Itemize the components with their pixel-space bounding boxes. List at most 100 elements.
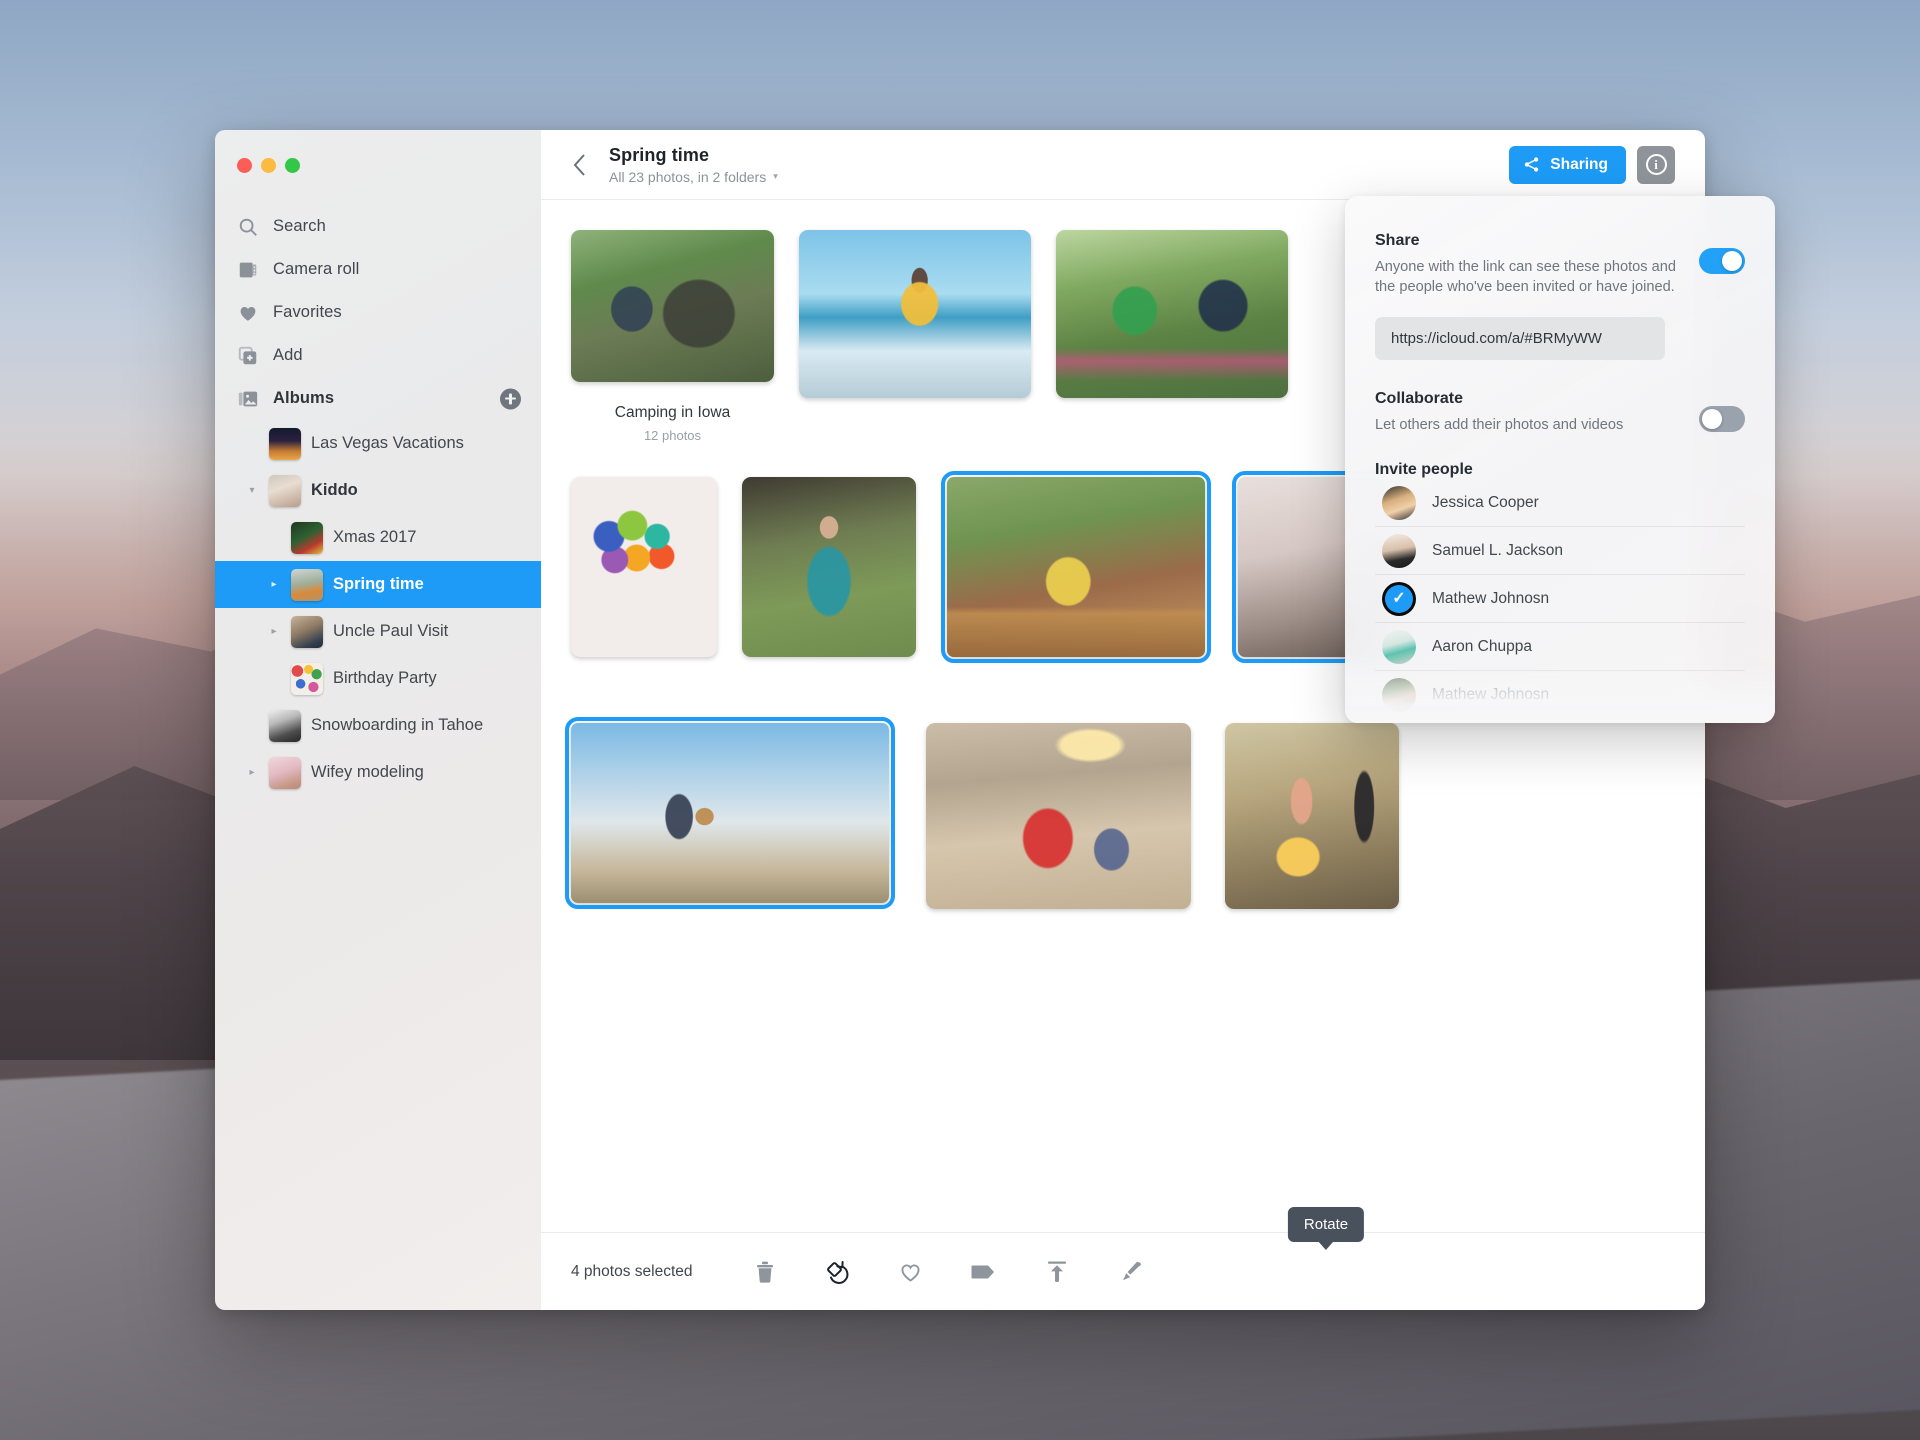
info-button[interactable]: i [1637, 145, 1675, 184]
person-list-item[interactable]: Jessica Cooper [1375, 479, 1745, 528]
export-button[interactable] [1042, 1257, 1072, 1287]
sidebar-item-search[interactable]: Search [215, 205, 541, 248]
header-actions: Sharing i [1509, 145, 1675, 184]
album-thumbnail [291, 568, 323, 601]
person-list-item[interactable]: Mathew Johnosn [1375, 671, 1745, 719]
sidebar-item-label: Favorites [273, 303, 342, 321]
album-thumbnail [269, 474, 301, 507]
disclosure-triangle-icon[interactable]: ▸ [245, 767, 259, 778]
album-label: Spring time [333, 575, 424, 593]
avatar [1382, 678, 1416, 713]
info-icon: i [1645, 154, 1667, 175]
tag-button[interactable] [969, 1257, 999, 1287]
album-item-xmas-2017[interactable]: Xmas 2017 [215, 514, 541, 561]
photo-thumbnail[interactable] [1056, 230, 1288, 398]
album-item-uncle-paul-visit[interactable]: ▸ Uncle Paul Visit [215, 608, 541, 655]
album-thumbnail [269, 427, 301, 460]
album-thumbnail [269, 709, 301, 742]
photo-thumbnail[interactable] [571, 477, 717, 657]
window-controls[interactable] [215, 148, 541, 173]
share-link-field[interactable]: https://icloud.com/a/#BRMyWW [1375, 317, 1665, 361]
disclosure-triangle-icon[interactable]: ▾ [245, 485, 259, 496]
sidebar-item-favorites[interactable]: Favorites [215, 291, 541, 334]
sidebar-item-camera-roll[interactable]: Camera roll [215, 248, 541, 291]
add-photo-icon [238, 346, 257, 364]
edit-button[interactable] [1115, 1257, 1145, 1287]
album-label: Snowboarding in Tahoe [311, 716, 484, 734]
photo-thumbnail[interactable] [1225, 723, 1399, 909]
album-title-block: Spring time All 23 photos, in 2 folders … [609, 145, 778, 185]
album-item-spring-time[interactable]: ▸ Spring time [215, 561, 541, 608]
sidebar-item-albums[interactable]: Albums [215, 377, 541, 420]
album-subtitle[interactable]: All 23 photos, in 2 folders ▾ [609, 169, 778, 185]
invite-people-heading: Invite people [1375, 461, 1473, 479]
share-toggle[interactable] [1699, 248, 1745, 274]
avatar [1382, 629, 1416, 664]
photo-cell: Camping in Iowa 12 photos [571, 230, 774, 443]
person-name: Aaron Chuppa [1432, 637, 1532, 655]
camera-roll-icon [239, 262, 257, 277]
photo-thumbnail[interactable] [742, 477, 916, 657]
photo-caption: Camping in Iowa 12 photos [571, 404, 774, 443]
sharing-button-label: Sharing [1550, 155, 1608, 173]
sidebar-nav: Search Camera roll Favorites Add Albums [215, 205, 541, 420]
photo-thumbnail-selected[interactable] [565, 717, 895, 909]
sharing-button[interactable]: Sharing [1509, 145, 1626, 184]
album-thumbnail [291, 662, 323, 695]
page-title: Spring time [609, 144, 710, 165]
heart-icon [240, 306, 256, 321]
delete-button[interactable] [750, 1257, 780, 1287]
album-thumbnail [269, 756, 301, 789]
photo-row [565, 717, 1705, 909]
collaborate-heading: Collaborate [1375, 390, 1464, 408]
collaborate-toggle[interactable] [1699, 406, 1745, 433]
person-name: Mathew Johnosn [1432, 589, 1550, 607]
avatar-checked: ✓ [1382, 581, 1416, 616]
album-label: Wifey modeling [311, 763, 424, 781]
album-list: Las Vegas Vacations ▾ Kiddo Xmas 2017 ▸ … [215, 420, 541, 796]
back-button[interactable] [563, 148, 597, 182]
disclosure-triangle-icon[interactable]: ▸ [267, 626, 281, 637]
disclosure-triangle-icon[interactable]: ▸ [267, 579, 281, 590]
person-list-item[interactable]: Samuel L. Jackson [1375, 527, 1745, 576]
avatar [1382, 485, 1416, 520]
favorite-button[interactable] [896, 1257, 926, 1287]
person-name: Samuel L. Jackson [1432, 541, 1563, 559]
edit-brush-icon [1122, 1261, 1141, 1280]
person-list-item-selected[interactable]: ✓ Mathew Johnosn [1375, 575, 1745, 624]
sidebar: Search Camera roll Favorites Add Albums [215, 130, 541, 1310]
album-item-birthday-party[interactable]: Birthday Party [215, 655, 541, 702]
photo-thumbnail[interactable] [799, 230, 1031, 398]
tag-icon [971, 1265, 994, 1278]
delete-icon [756, 1261, 773, 1283]
caption-title: Camping in Iowa [614, 404, 731, 421]
album-item-snowboarding-in-tahoe[interactable]: Snowboarding in Tahoe [215, 702, 541, 749]
share-icon [1525, 157, 1539, 172]
album-item-las-vegas-vacations[interactable]: Las Vegas Vacations [215, 420, 541, 467]
photos-app-window: Search Camera roll Favorites Add Albums [215, 130, 1775, 1310]
share-heading: Share [1375, 232, 1420, 249]
photo-stack[interactable] [571, 230, 774, 389]
rotate-button[interactable] [823, 1257, 853, 1287]
collaborate-section: Collaborate Let others add their photos … [1375, 390, 1745, 435]
add-album-button[interactable] [500, 388, 521, 409]
album-item-wifey-modeling[interactable]: ▸ Wifey modeling [215, 749, 541, 796]
toggle-knob [1702, 409, 1722, 430]
sidebar-item-add[interactable]: Add [215, 334, 541, 377]
chevron-down-icon: ▾ [773, 171, 778, 181]
person-name: Mathew Johnosn [1432, 686, 1550, 704]
photo-thumbnail-selected[interactable] [941, 471, 1211, 663]
maximize-button[interactable] [285, 158, 300, 173]
album-label: Kiddo [311, 481, 358, 499]
photo-thumbnail[interactable] [571, 230, 774, 382]
album-label: Uncle Paul Visit [333, 622, 449, 640]
share-popover: Share Anyone with the link can see these… [1345, 196, 1775, 723]
photo-thumbnail[interactable] [926, 723, 1191, 909]
album-label: Las Vegas Vacations [311, 434, 464, 452]
close-button[interactable] [237, 158, 252, 173]
person-list-item[interactable]: Aaron Chuppa [1375, 623, 1745, 672]
sidebar-item-label: Camera roll [273, 260, 360, 278]
minimize-button[interactable] [261, 158, 276, 173]
selection-count: 4 photos selected [571, 1262, 693, 1280]
album-item-kiddo[interactable]: ▾ Kiddo [215, 467, 541, 514]
